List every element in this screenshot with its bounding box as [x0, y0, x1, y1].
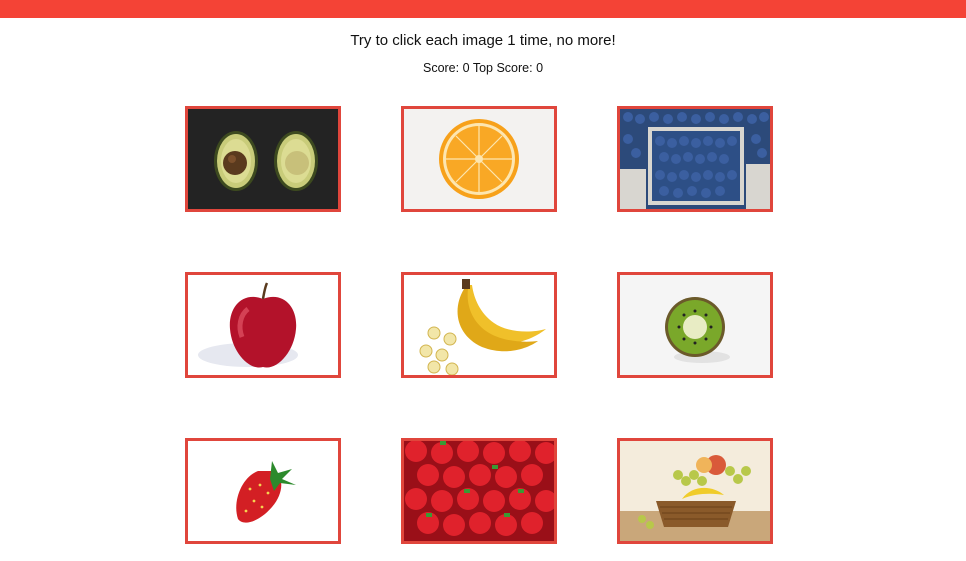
card-kiwi[interactable]: [617, 272, 773, 378]
score-value: 0: [462, 61, 470, 75]
orange-image: [404, 109, 554, 209]
strawberries-image: [404, 441, 554, 541]
top-bar: [0, 0, 966, 18]
blueberries-image: [620, 109, 770, 209]
score-label: Score:: [422, 61, 460, 75]
fruit-basket-image: [620, 441, 770, 541]
card-blueberries[interactable]: [617, 106, 773, 212]
card-fruit-basket[interactable]: [617, 438, 773, 544]
score-line: Score: 0 Top Score: 0: [0, 61, 966, 75]
instructions-text: Try to click each image 1 time, no more!: [350, 32, 616, 49]
card-apple[interactable]: [185, 272, 341, 378]
strawberry-image: [188, 441, 338, 541]
top-score-value: 0: [536, 61, 544, 75]
card-orange[interactable]: [401, 106, 557, 212]
card-strawberry[interactable]: [185, 438, 341, 544]
bananas-image: [404, 275, 554, 375]
card-avocado[interactable]: [185, 106, 341, 212]
apple-image: [188, 275, 338, 375]
avocado-image: [188, 109, 338, 209]
card-bananas[interactable]: [401, 272, 557, 378]
top-score-label: Top Score:: [472, 61, 533, 75]
card-strawberries[interactable]: [401, 438, 557, 544]
kiwi-image: [620, 275, 770, 375]
